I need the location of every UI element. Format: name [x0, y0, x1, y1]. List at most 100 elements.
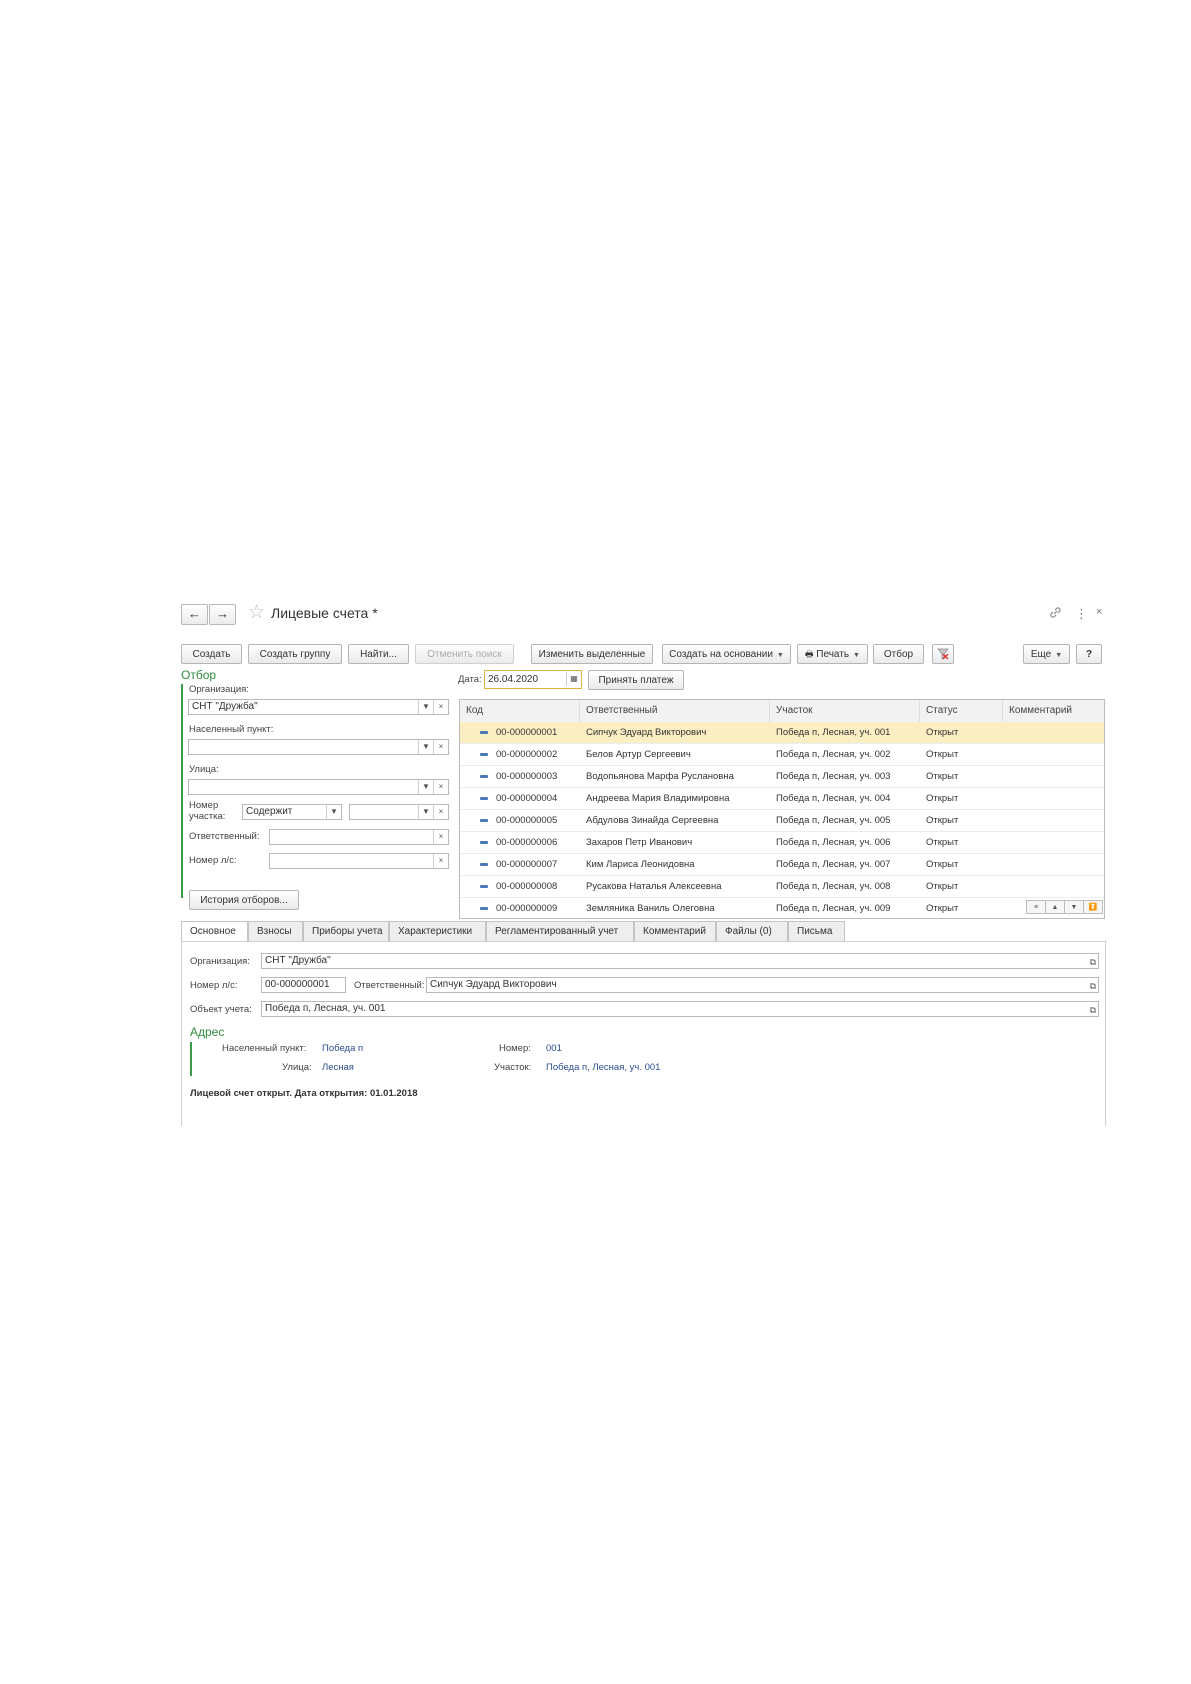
chevron-down-icon[interactable]: ▼: [418, 700, 433, 714]
detail-responsible-value: Сипчук Эдуард Викторович: [430, 979, 557, 990]
clear-icon[interactable]: ×: [433, 805, 448, 819]
printer-icon: 🖶: [805, 649, 814, 659]
back-button[interactable]: ←: [181, 604, 208, 625]
more-button[interactable]: Еще ▼: [1023, 644, 1070, 664]
tab-meters[interactable]: Приборы учета: [303, 921, 389, 941]
table-row[interactable]: 00-000000008 Русакова Наталья Алексеевна П…: [460, 876, 1104, 898]
address-group-title: Адрес: [190, 1025, 225, 1039]
filter-history-button[interactable]: История отборов...: [189, 890, 299, 910]
table-row[interactable]: 00-000000009 Земляника Ваниль Олеговна Поб…: [460, 898, 1104, 918]
address-plot-value[interactable]: Победа п, Лесная, уч. 001: [546, 1062, 660, 1073]
table-cell-person: Захаров Петр Иванович: [586, 837, 693, 848]
clear-icon[interactable]: ×: [433, 780, 448, 794]
table-row[interactable]: 00-000000004 Андреева Мария Владимировна П…: [460, 788, 1104, 810]
edit-selected-button[interactable]: Изменить выделенные: [531, 644, 653, 664]
responsible-filter-field[interactable]: ×: [269, 829, 449, 845]
table-cell-plot: Победа п, Лесная, уч. 004: [776, 793, 891, 804]
chevron-down-icon[interactable]: ▼: [418, 805, 433, 819]
table-cell-plot: Победа п, Лесная, уч. 007: [776, 859, 891, 870]
record-icon: [480, 907, 488, 910]
forward-button[interactable]: →: [209, 604, 236, 625]
tab-main[interactable]: Основное: [181, 921, 248, 942]
create-button[interactable]: Создать: [181, 644, 242, 664]
table-cell-code: 00-000000001: [496, 727, 558, 738]
create-group-button[interactable]: Создать группу: [248, 644, 342, 664]
tab-characteristics[interactable]: Характеристики: [389, 921, 486, 941]
record-icon: [480, 797, 488, 800]
table-row[interactable]: 00-000000006 Захаров Петр Иванович Победа …: [460, 832, 1104, 854]
table-row[interactable]: 00-000000005 Абдулова Зинайда Сергеевна По…: [460, 810, 1104, 832]
table-row[interactable]: 00-000000003 Водопьянова Марфа Руслановна…: [460, 766, 1104, 788]
tab-comment[interactable]: Комментарий: [634, 921, 716, 941]
table-cell-status: Открыт: [926, 815, 959, 826]
clear-icon[interactable]: ×: [433, 830, 448, 844]
column-header[interactable]: Участок: [770, 700, 920, 722]
print-button[interactable]: 🖶 Печать ▼: [797, 644, 868, 664]
move-last-icon[interactable]: ⏬: [1083, 900, 1103, 914]
table-row[interactable]: 00-000000002 Белов Артур Сергеевич Победа …: [460, 744, 1104, 766]
clear-filter-button[interactable]: [932, 644, 954, 664]
cancel-search-button[interactable]: Отменить поиск: [415, 644, 514, 664]
close-icon[interactable]: ×: [1096, 606, 1102, 618]
move-first-icon[interactable]: ≡: [1026, 900, 1046, 914]
calendar-icon[interactable]: ▦: [566, 672, 581, 686]
org-filter-field[interactable]: СНТ "Дружба" ▼ ×: [188, 699, 449, 715]
tab-files[interactable]: Файлы (0): [716, 921, 788, 941]
street-filter-field[interactable]: ▼ ×: [188, 779, 449, 795]
detail-object-field[interactable]: Победа п, Лесная, уч. 001 ⧉: [261, 1001, 1099, 1017]
street-label: Улица:: [189, 764, 219, 775]
table-cell-person: Водопьянова Марфа Руслановна: [586, 771, 734, 782]
clear-icon[interactable]: ×: [433, 700, 448, 714]
clear-icon[interactable]: ×: [433, 854, 448, 868]
link-icon[interactable]: [1049, 606, 1062, 622]
address-settlement-value[interactable]: Победа п: [322, 1043, 363, 1054]
address-street-value[interactable]: Лесная: [322, 1062, 354, 1073]
chevron-down-icon[interactable]: ▼: [418, 780, 433, 794]
table-row[interactable]: 00-000000007 Ким Лариса Леонидовна Победа …: [460, 854, 1104, 876]
table-cell-comment: [1003, 854, 1104, 875]
plot-number-field[interactable]: ▼ ×: [349, 804, 449, 820]
record-icon: [480, 775, 488, 778]
open-icon[interactable]: ⧉: [1090, 979, 1096, 992]
record-icon: [480, 819, 488, 822]
help-button[interactable]: ?: [1076, 644, 1102, 664]
date-value: 26.04.2020: [488, 674, 539, 685]
plot-label-line2: участка:: [189, 811, 226, 822]
tab-fees[interactable]: Взносы: [248, 921, 303, 941]
account-status-line: Лицевой счет открыт. Дата открытия: 01.0…: [190, 1088, 418, 1099]
column-header[interactable]: Статус: [920, 700, 1003, 722]
table-cell-person: Русакова Наталья Алексеевна: [586, 881, 722, 892]
open-icon[interactable]: ⧉: [1090, 955, 1096, 968]
create-based-on-button[interactable]: Создать на основании ▼: [662, 644, 791, 664]
column-header[interactable]: Код: [460, 700, 580, 722]
clear-icon[interactable]: ×: [433, 740, 448, 754]
detail-responsible-field[interactable]: Сипчук Эдуард Викторович ⧉: [426, 977, 1099, 993]
more-icon[interactable]: ⋮: [1075, 606, 1088, 622]
clear-filter-icon: [937, 648, 949, 660]
column-header[interactable]: Комментарий: [1003, 700, 1104, 722]
print-label: Печать: [816, 649, 850, 660]
open-icon[interactable]: ⧉: [1090, 1003, 1096, 1016]
scroll-up-icon[interactable]: ▲: [1045, 900, 1065, 914]
account-number-filter-field[interactable]: ×: [269, 853, 449, 869]
chevron-down-icon[interactable]: ▼: [418, 740, 433, 754]
table-cell-plot: Победа п, Лесная, уч. 009: [776, 903, 891, 914]
chevron-down-icon[interactable]: ▼: [326, 805, 341, 819]
accept-payment-button[interactable]: Принять платеж: [588, 670, 684, 690]
address-number-value[interactable]: 001: [546, 1043, 562, 1054]
find-button[interactable]: Найти...: [348, 644, 409, 664]
favorite-star-icon[interactable]: ☆: [248, 601, 265, 624]
detail-org-field[interactable]: СНТ "Дружба" ⧉: [261, 953, 1099, 969]
column-header[interactable]: Ответственный: [580, 700, 770, 722]
detail-account-field[interactable]: 00-000000001: [261, 977, 346, 993]
plot-condition-select[interactable]: Содержит ▼: [242, 804, 342, 820]
tab-letters[interactable]: Письма: [788, 921, 845, 941]
settlement-filter-field[interactable]: ▼ ×: [188, 739, 449, 755]
filter-button[interactable]: Отбор: [873, 644, 924, 664]
table-row[interactable]: 00-000000001 Сипчук Эдуард Викторович Побе…: [460, 722, 1104, 744]
table-cell-code: 00-000000008: [496, 881, 558, 892]
tab-main-panel: Организация: СНТ "Дружба" ⧉ Номер л/с: 0…: [181, 941, 1106, 1126]
scroll-down-icon[interactable]: ▼: [1064, 900, 1084, 914]
tab-regulated-accounting[interactable]: Регламентированный учет: [486, 921, 634, 941]
date-field[interactable]: 26.04.2020 ▦: [484, 670, 582, 689]
